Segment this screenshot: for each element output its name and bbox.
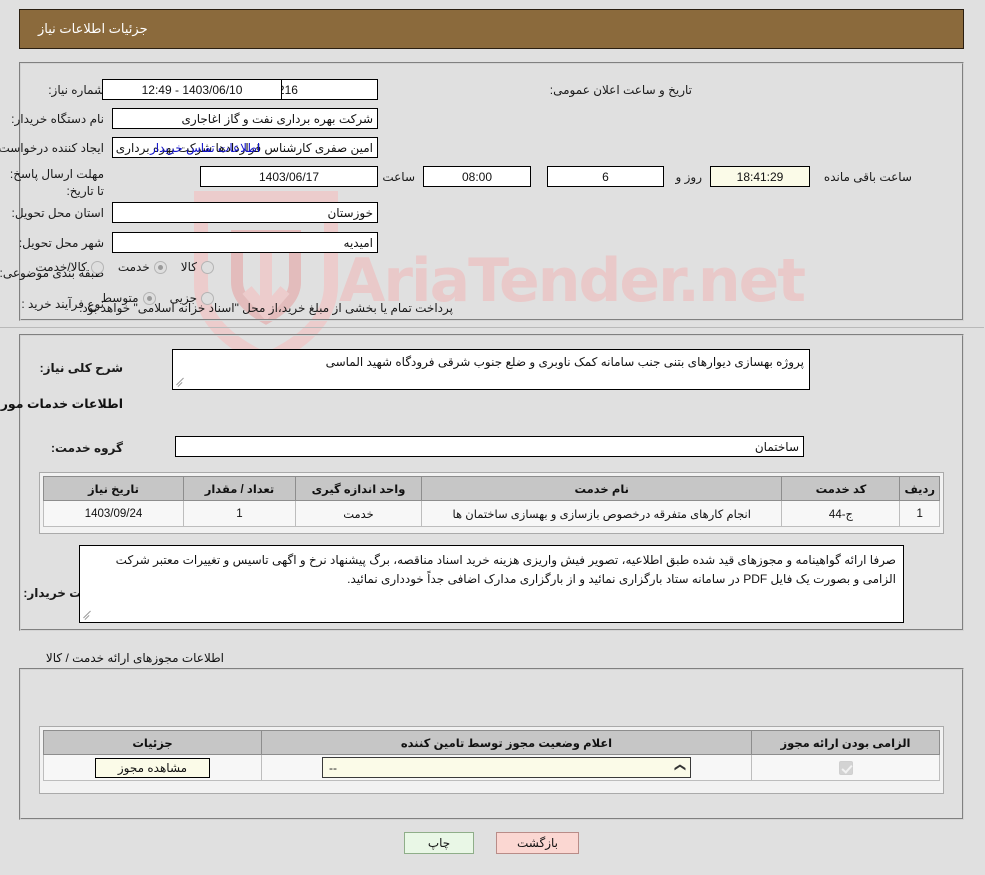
deadline-date-value: 1403/06/17: [201, 166, 379, 187]
cell-code: ج-44: [782, 500, 902, 527]
view-license-button[interactable]: مشاهده مجوز: [95, 757, 212, 778]
deadline-label-text: مهلت ارسال پاسخ: تا تاریخ:: [10, 167, 105, 198]
table-row: -- ❯ مشاهده مجوز: [44, 754, 941, 781]
countdown-suffix-label: ساعت باقی مانده: [824, 170, 913, 184]
services-section-title: اطلاعات خدمات مورد نیاز: [0, 397, 124, 411]
treasury-note: پرداخت تمام یا بخشی از مبلغ خرید،از محل …: [80, 301, 454, 315]
license-status-select[interactable]: -- ❯: [323, 757, 692, 778]
days-remaining-value: 6: [548, 166, 665, 187]
cell-unit: خدمت: [296, 500, 423, 527]
page-header: جزئیات اطلاعات نیاز: [20, 9, 965, 49]
announce-datetime-value: 1403/06/10 - 12:49: [103, 79, 283, 100]
required-checkbox: [839, 760, 854, 775]
province-label: استان محل تحویل:: [12, 206, 105, 220]
days-unit-label: روز و: [676, 170, 703, 184]
city-label: شهر محل تحویل:: [19, 236, 105, 250]
table-header-row: الزامی بودن ارائه مجوز اعلام وضعیت مجوز …: [44, 730, 941, 755]
category-option-0-label: کالا: [181, 260, 198, 274]
service-group-label: گروه خدمت:: [51, 441, 124, 455]
category-option-2[interactable]: کالا/خدمت: [36, 260, 105, 274]
category-option-0[interactable]: کالا: [182, 260, 215, 274]
table-row: 1 ج-44 انجام کارهای متفرقه درخصوص بازساز…: [44, 500, 941, 527]
license-status-value: --: [330, 760, 338, 775]
col-required: الزامی بودن ارائه مجوز: [752, 730, 941, 755]
footer-button-bar: بازگشت چاپ: [0, 832, 985, 854]
category-option-2-label: کالا/خدمت: [36, 260, 88, 274]
buyer-notes-textarea[interactable]: صرفا ارائه گواهینامه و مجوزهای قید شده ط…: [80, 545, 905, 623]
deadline-time-value: 08:00: [424, 166, 532, 187]
buyer-org-value: شرکت بهره برداری نفت و گاز اغاجاری: [113, 108, 379, 129]
services-table: ردیف کد خدمت نام خدمت واحد اندازه گیری ت…: [44, 476, 941, 527]
cell-date: 1403/09/24: [44, 500, 185, 527]
col-name: نام خدمت: [421, 476, 784, 501]
cell-status: -- ❯: [262, 754, 753, 781]
need-info-panel: [20, 62, 965, 321]
licenses-table: الزامی بودن ارائه مجوز اعلام وضعیت مجوز …: [44, 730, 941, 781]
cell-qty: 1: [184, 500, 297, 527]
deadline-label: مهلت ارسال پاسخ: تا تاریخ:: [10, 166, 105, 200]
back-button[interactable]: بازگشت: [497, 832, 580, 854]
print-button[interactable]: چاپ: [405, 832, 475, 854]
category-option-1-label: خدمت: [118, 260, 151, 274]
radio-icon[interactable]: [154, 260, 168, 274]
city-value: امیدیه: [113, 232, 379, 253]
countdown-timer: 18:41:29: [711, 166, 811, 187]
hour-label: ساعت: [383, 170, 416, 184]
col-code: کد خدمت: [782, 476, 902, 501]
province-value: خوزستان: [113, 202, 379, 223]
col-date: تاریخ نیاز: [44, 476, 185, 501]
requester-label: ایجاد کننده درخواست:: [0, 141, 105, 155]
service-group-value: ساختمان: [176, 436, 805, 457]
category-option-1[interactable]: خدمت: [119, 260, 168, 274]
col-status: اعلام وضعیت مجوز توسط تامین کننده: [262, 730, 753, 755]
col-details: جزئیات: [44, 730, 263, 755]
cell-required: [752, 754, 941, 781]
radio-icon[interactable]: [202, 260, 215, 274]
cell-row: 1: [900, 500, 941, 527]
col-unit: واحد اندازه گیری: [296, 476, 423, 501]
buyer-contact-link[interactable]: اطلاعات تماس خریدار: [151, 141, 261, 155]
services-table-wrap: ردیف کد خدمت نام خدمت واحد اندازه گیری ت…: [40, 472, 945, 534]
category-radio-group[interactable]: کالا خدمت کالا/خدمت: [22, 260, 215, 274]
licenses-table-wrap: الزامی بودن ارائه مجوز اعلام وضعیت مجوز …: [40, 726, 945, 794]
general-description-label: شرح کلی نیاز:: [40, 361, 124, 375]
col-row: ردیف: [900, 476, 941, 501]
general-description-textarea[interactable]: پروژه بهسازی دیوارهای بتنی جنب سامانه کم…: [173, 349, 811, 390]
radio-icon[interactable]: [91, 260, 105, 274]
cell-details: مشاهده مجوز: [44, 754, 263, 781]
need-number-label: شماره نیاز:: [49, 83, 105, 97]
cell-name: انجام کارهای متفرقه درخصوص بازسازی و بهس…: [421, 500, 784, 527]
col-qty: تعداد / مقدار: [184, 476, 297, 501]
buyer-org-label: نام دستگاه خریدار:: [12, 112, 105, 126]
table-header-row: ردیف کد خدمت نام خدمت واحد اندازه گیری ت…: [44, 476, 941, 501]
announce-datetime-label: تاریخ و ساعت اعلان عمومی:: [550, 83, 693, 97]
page-title: جزئیات اطلاعات نیاز: [39, 21, 149, 36]
licenses-section-title: اطلاعات مجوزهای ارائه خدمت / کالا: [46, 651, 225, 665]
chevron-down-icon: ❯: [674, 762, 687, 773]
